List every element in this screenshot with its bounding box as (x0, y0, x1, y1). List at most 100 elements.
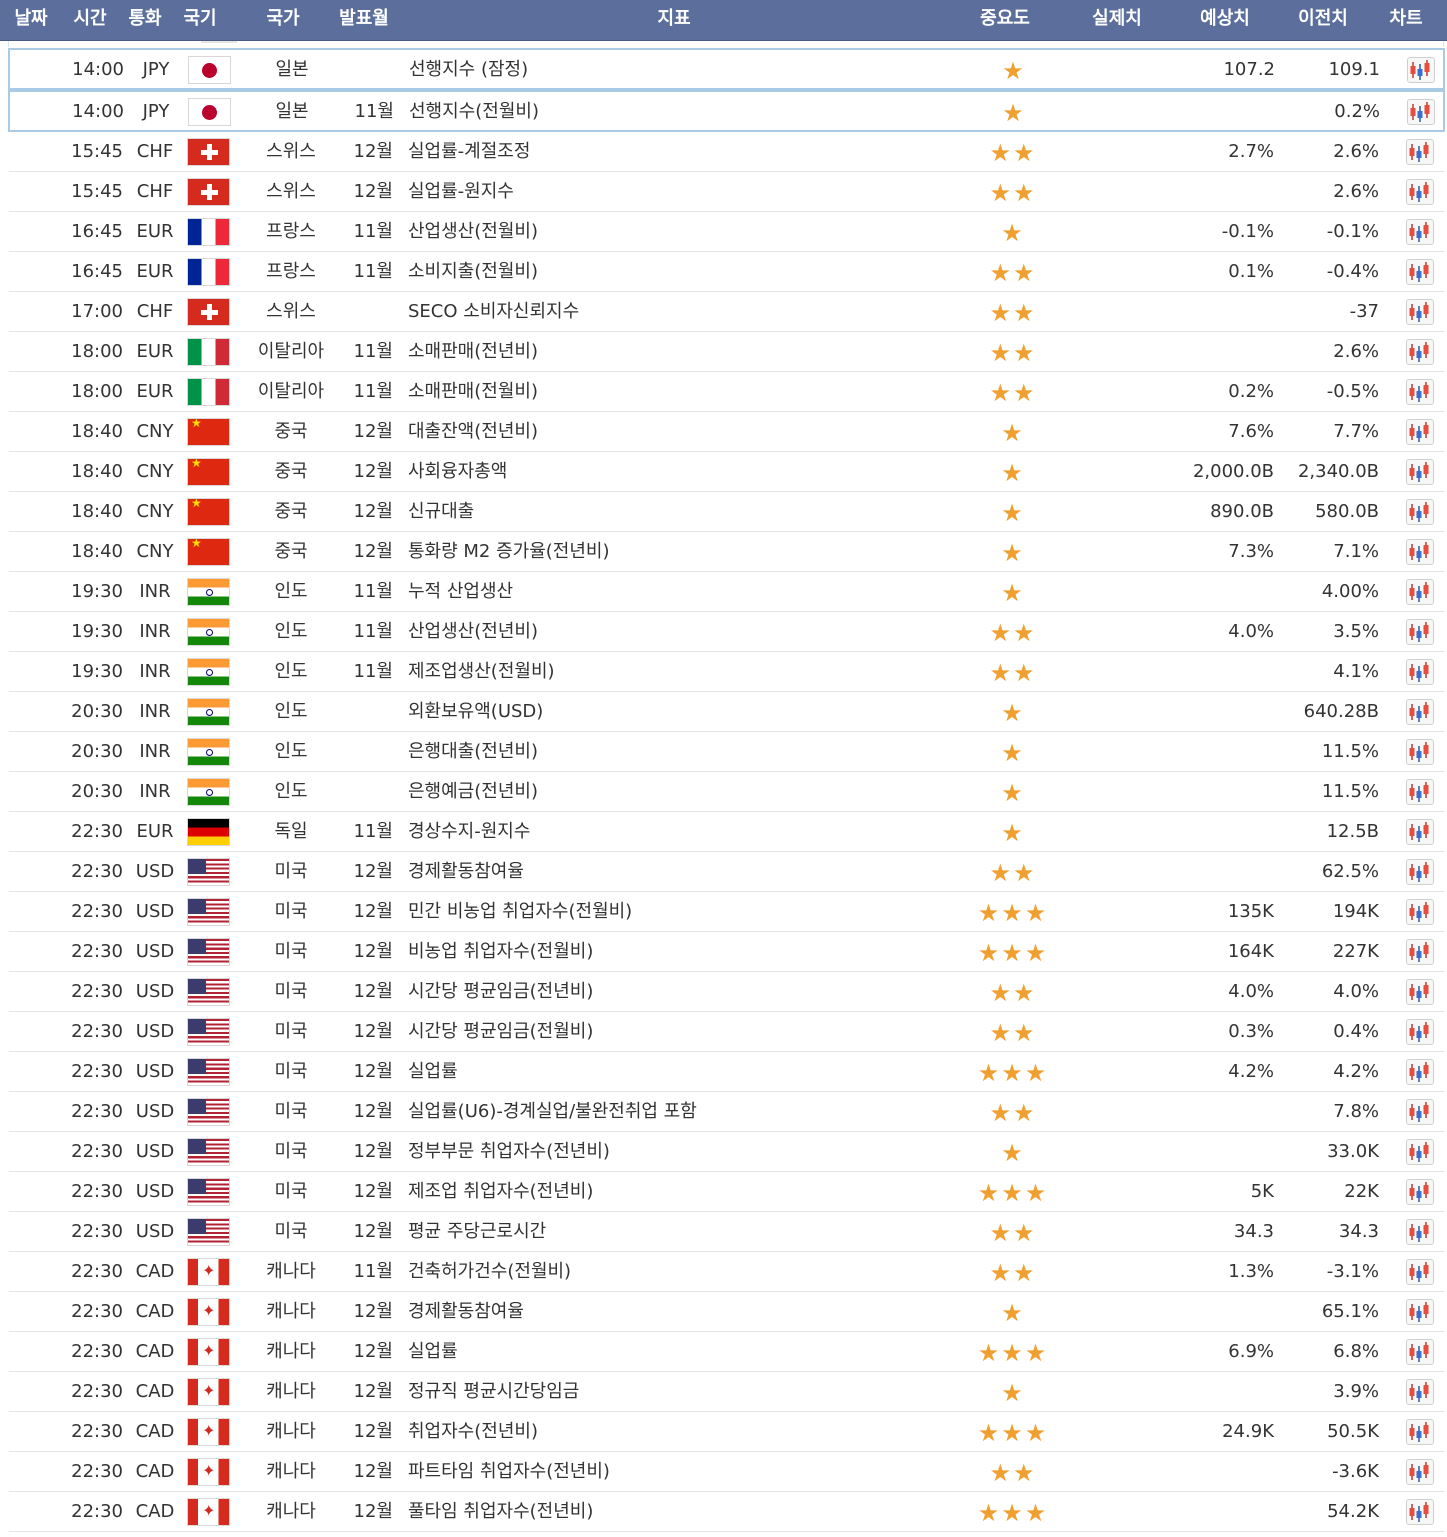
chart-button[interactable] (1406, 1259, 1434, 1285)
indicator-cell[interactable]: 은행예금(전년비) (408, 772, 538, 812)
chart-button[interactable] (1406, 979, 1434, 1005)
header-currency[interactable]: 통화 (123, 0, 167, 38)
indicator-cell[interactable]: 시간당 평균임금(전년비) (408, 972, 593, 1012)
indicator-cell[interactable]: 소매판매(전년비) (408, 332, 538, 372)
indicator-cell[interactable]: 신규대출 (408, 492, 474, 532)
chart-button[interactable] (1406, 659, 1434, 685)
header-month[interactable]: 발표월 (334, 0, 394, 38)
calendar-row[interactable]: 22:30 USD 미국 12월 정부부문 취업자수(전년비) ★ 33.0K (9, 1132, 1444, 1172)
chart-button[interactable] (1406, 1179, 1434, 1205)
calendar-row[interactable]: 22:30 USD 미국 12월 경제활동참여율 ★★ 62.5% (9, 852, 1444, 892)
chart-button[interactable] (1407, 57, 1435, 83)
indicator-cell[interactable]: 은행대출(전년비) (408, 732, 538, 772)
chart-button[interactable] (1406, 899, 1434, 925)
chart-button[interactable] (1406, 699, 1434, 725)
indicator-cell[interactable]: 경상수지-원지수 (408, 812, 530, 852)
chart-button[interactable] (1406, 1339, 1434, 1365)
calendar-row[interactable]: 22:30 CAD 캐나다 12월 풀타임 취업자수(전년비) ★★★ 54.2… (9, 1492, 1444, 1532)
header-date[interactable]: 날짜 (10, 0, 52, 38)
indicator-cell[interactable]: SECO 소비자신뢰지수 (408, 292, 579, 332)
calendar-row[interactable]: 18:40 CNY 중국 12월 사회융자총액 ★ 2,000.0B 2,340… (9, 452, 1444, 492)
chart-button[interactable] (1406, 499, 1434, 525)
calendar-row[interactable]: 22:30 CAD 캐나다 12월 경제활동참여율 ★ 65.1% (9, 1292, 1444, 1332)
indicator-cell[interactable]: 취업자수(전년비) (408, 1412, 538, 1452)
header-importance[interactable]: 중요도 (974, 0, 1036, 38)
calendar-row[interactable]: 15:45 CHF 스위스 12월 실업률-계절조정 ★★ 2.7% 2.6% (9, 132, 1444, 172)
calendar-row[interactable]: 18:00 EUR 이탈리아 11월 소매판매(전월비) ★★ 0.2% -0.… (9, 372, 1444, 412)
chart-button[interactable] (1406, 619, 1434, 645)
header-country[interactable]: 국가 (259, 0, 307, 38)
chart-button[interactable] (1406, 139, 1434, 165)
chart-button[interactable] (1406, 1499, 1434, 1525)
calendar-row[interactable]: 17:00 CHF 스위스 SECO 소비자신뢰지수 ★★ -37 (9, 292, 1444, 332)
calendar-row[interactable]: 20:30 INR 인도 은행대출(전년비) ★ 11.5% (9, 732, 1444, 772)
calendar-row[interactable]: 18:40 CNY 중국 12월 신규대출 ★ 890.0B 580.0B (9, 492, 1444, 532)
calendar-row[interactable]: 22:30 USD 미국 12월 민간 비농업 취업자수(전월비) ★★★ 13… (9, 892, 1444, 932)
indicator-cell[interactable]: 실업률 (408, 1052, 458, 1092)
chart-button[interactable] (1406, 1139, 1434, 1165)
calendar-row[interactable]: 19:30 INR 인도 11월 제조업생산(전월비) ★★ 4.1% (9, 652, 1444, 692)
calendar-row[interactable]: 14:00 JPY 일본 선행지수 (잠정) ★ 107.2 109.1 (8, 48, 1445, 90)
calendar-row[interactable]: 18:40 CNY 중국 12월 대출잔액(전년비) ★ 7.6% 7.7% (9, 412, 1444, 452)
calendar-row[interactable]: 22:30 CAD 캐나다 12월 파트타임 취업자수(전년비) ★★ -3.6… (9, 1452, 1444, 1492)
indicator-cell[interactable]: 실업률-계절조정 (408, 132, 530, 172)
indicator-cell[interactable]: 경제활동참여율 (408, 852, 524, 892)
indicator-cell[interactable]: 건축허가건수(전월비) (408, 1252, 571, 1292)
chart-button[interactable] (1406, 179, 1434, 205)
calendar-row[interactable]: 19:30 INR 인도 11월 누적 산업생산 ★ 4.00% (9, 572, 1444, 612)
chart-button[interactable] (1406, 579, 1434, 605)
chart-button[interactable] (1406, 259, 1434, 285)
indicator-cell[interactable]: 파트타임 취업자수(전년비) (408, 1452, 610, 1492)
indicator-cell[interactable]: 비농업 취업자수(전월비) (408, 932, 593, 972)
chart-button[interactable] (1406, 1099, 1434, 1125)
calendar-row[interactable]: 20:30 INR 인도 은행예금(전년비) ★ 11.5% (9, 772, 1444, 812)
indicator-cell[interactable]: 누적 산업생산 (408, 572, 513, 612)
indicator-cell[interactable]: 대출잔액(전년비) (408, 412, 538, 452)
indicator-cell[interactable]: 선행지수(전월비) (409, 92, 539, 132)
calendar-row[interactable]: 14:00 JPY 일본 11월 선행지수(전월비) ★ 0.2% (8, 90, 1445, 132)
header-time[interactable]: 시간 (68, 0, 112, 38)
indicator-cell[interactable]: 산업생산(전월비) (408, 212, 538, 252)
indicator-cell[interactable]: 실업률(U6)-경계실업/불완전취업 포함 (408, 1092, 697, 1132)
calendar-row[interactable]: 22:30 USD 미국 12월 시간당 평균임금(전월비) ★★ 0.3% 0… (9, 1012, 1444, 1052)
calendar-row[interactable]: 16:45 EUR 프랑스 11월 소비지출(전월비) ★★ 0.1% -0.4… (9, 252, 1444, 292)
indicator-cell[interactable]: 평균 주당근로시간 (408, 1212, 546, 1252)
chart-button[interactable] (1406, 779, 1434, 805)
indicator-cell[interactable]: 정부부문 취업자수(전년비) (408, 1132, 610, 1172)
indicator-cell[interactable]: 경제활동참여율 (408, 1292, 524, 1332)
chart-button[interactable] (1406, 299, 1434, 325)
chart-button[interactable] (1406, 739, 1434, 765)
calendar-row[interactable]: 15:45 CHF 스위스 12월 실업률-원지수 ★★ 2.6% (9, 172, 1444, 212)
calendar-row[interactable]: 22:30 USD 미국 12월 시간당 평균임금(전년비) ★★ 4.0% 4… (9, 972, 1444, 1012)
chart-button[interactable] (1406, 1379, 1434, 1405)
chart-button[interactable] (1406, 339, 1434, 365)
chart-button[interactable] (1406, 219, 1434, 245)
chart-button[interactable] (1406, 419, 1434, 445)
indicator-cell[interactable]: 선행지수 (잠정) (409, 50, 528, 90)
calendar-row[interactable]: 22:30 CAD 캐나다 11월 건축허가건수(전월비) ★★ 1.3% -3… (9, 1252, 1444, 1292)
indicator-cell[interactable]: 소매판매(전월비) (408, 372, 538, 412)
chart-button[interactable] (1406, 859, 1434, 885)
indicator-cell[interactable]: 시간당 평균임금(전월비) (408, 1012, 593, 1052)
indicator-cell[interactable]: 실업률-원지수 (408, 172, 514, 212)
indicator-cell[interactable]: 통화량 M2 증가율(전년비) (408, 532, 610, 572)
chart-button[interactable] (1406, 1299, 1434, 1325)
indicator-cell[interactable]: 사회융자총액 (408, 452, 507, 492)
chart-button[interactable] (1406, 1219, 1434, 1245)
chart-button[interactable] (1406, 1419, 1434, 1445)
chart-button[interactable] (1406, 1459, 1434, 1485)
chart-button[interactable] (1406, 939, 1434, 965)
calendar-row[interactable]: 18:00 EUR 이탈리아 11월 소매판매(전년비) ★★ 2.6% (9, 332, 1444, 372)
indicator-cell[interactable]: 소비지출(전월비) (408, 252, 538, 292)
indicator-cell[interactable]: 산업생산(전년비) (408, 612, 538, 652)
chart-button[interactable] (1406, 379, 1434, 405)
indicator-cell[interactable]: 정규직 평균시간당임금 (408, 1372, 579, 1412)
indicator-cell[interactable]: 풀타임 취업자수(전년비) (408, 1492, 593, 1532)
indicator-cell[interactable]: 실업률 (408, 1332, 458, 1372)
calendar-row[interactable]: 22:30 USD 미국 12월 실업률(U6)-경계실업/불완전취업 포함 ★… (9, 1092, 1444, 1132)
calendar-row[interactable]: 16:45 EUR 프랑스 11월 산업생산(전월비) ★ -0.1% -0.1… (9, 212, 1444, 252)
indicator-cell[interactable]: 제조업 취업자수(전년비) (408, 1172, 593, 1212)
calendar-row[interactable]: 18:40 CNY 중국 12월 통화량 M2 증가율(전년비) ★ 7.3% … (9, 532, 1444, 572)
indicator-cell[interactable]: 외환보유액(USD) (408, 692, 543, 732)
indicator-cell[interactable]: 민간 비농업 취업자수(전월비) (408, 892, 632, 932)
